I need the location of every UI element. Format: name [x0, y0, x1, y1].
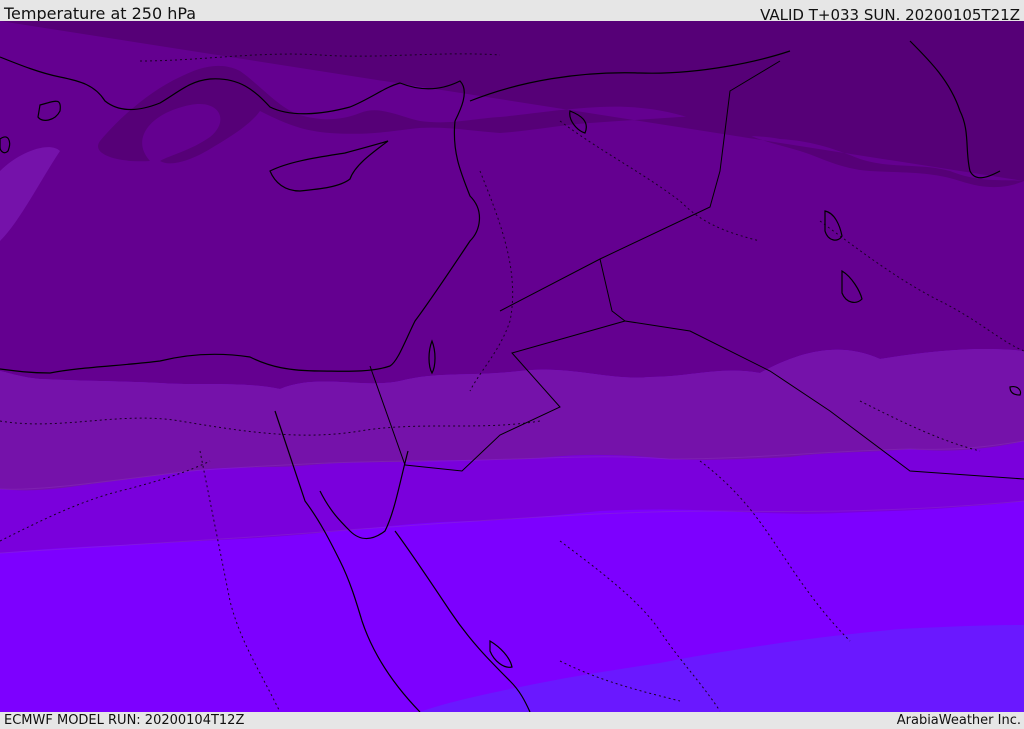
model-run: ECMWF MODEL RUN: 20200104T12Z — [4, 713, 245, 728]
map-viewer: Temperature at 250 hPa VALID T+033 SUN. … — [0, 0, 1024, 729]
footer-bar: ECMWF MODEL RUN: 20200104T12Z ArabiaWeat… — [0, 712, 1024, 729]
weather-map[interactable] — [0, 21, 1024, 712]
credit-label: ArabiaWeather Inc. — [896, 713, 1021, 728]
header-bar: Temperature at 250 hPa VALID T+033 SUN. … — [0, 0, 1024, 24]
map-canvas — [0, 21, 1024, 712]
